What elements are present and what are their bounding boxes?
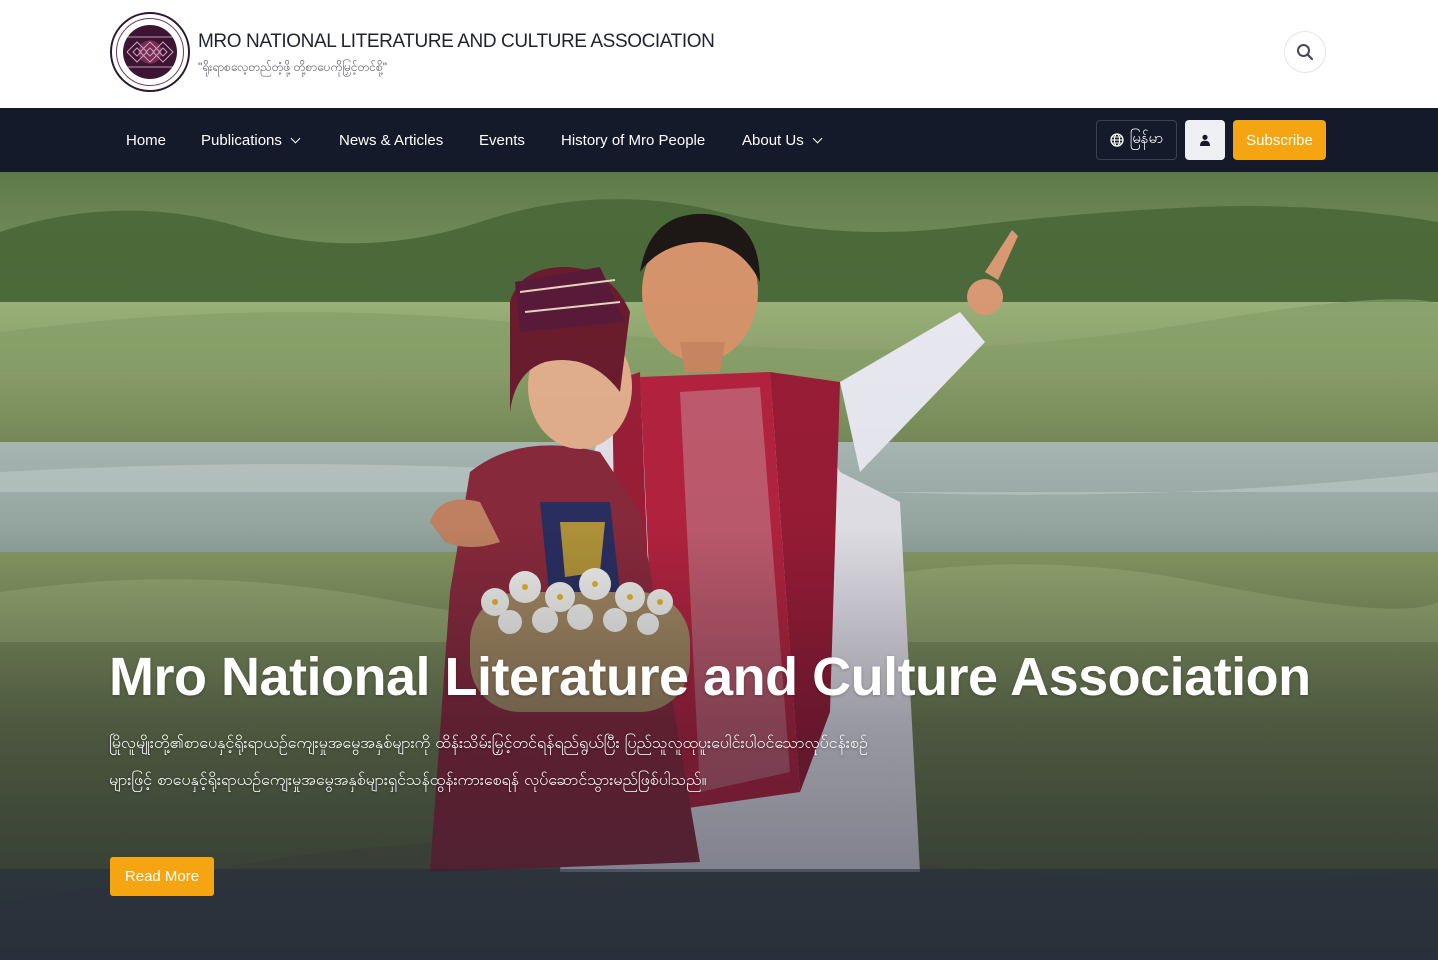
association-logo[interactable] [110, 12, 190, 92]
site-tagline: "ရိုးရာစလေ့တည်တံ့ဖို့ တို့စာပေကိုမြှင့်တ… [198, 60, 388, 74]
language-label: မြန်မာ [1129, 129, 1164, 147]
nav-item-about-us[interactable]: About Us [742, 108, 823, 172]
language-switcher[interactable]: မြန်မာ [1096, 120, 1177, 160]
nav-item-publications[interactable]: Publications [201, 108, 301, 172]
nav-item-label: History of Mro People [561, 131, 706, 149]
nav-item-label: News & Articles [339, 131, 444, 149]
nav-item-news-articles[interactable]: News & Articles [339, 108, 443, 172]
user-account-button[interactable] [1185, 120, 1225, 160]
hero-title: Mro National Literature and Culture Asso… [109, 647, 1311, 707]
hero-bottom-band [0, 869, 1438, 960]
search-button[interactable] [1284, 31, 1326, 73]
nav-item-events[interactable]: Events [479, 108, 525, 172]
site-header: MRO NATIONAL LITERATURE AND CULTURE ASSO… [0, 0, 1438, 108]
logo-emblem [123, 25, 177, 79]
site-title[interactable]: MRO NATIONAL LITERATURE AND CULTURE ASSO… [198, 31, 715, 53]
nav-item-home[interactable]: Home [126, 108, 166, 172]
globe-icon [1110, 133, 1124, 147]
nav-item-label: Publications [201, 131, 282, 149]
nav-item-label: Events [479, 131, 525, 149]
chevron-down-icon [290, 133, 301, 143]
logo-ring [116, 18, 184, 86]
subscribe-button[interactable]: Subscribe [1233, 120, 1326, 160]
user-icon [1200, 134, 1210, 146]
nav-item-label: Home [126, 131, 167, 149]
read-more-button[interactable]: Read More [110, 857, 214, 896]
search-icon [1297, 44, 1314, 61]
chevron-down-icon [812, 133, 823, 143]
hero-description: မြိုလူမျိုးတို့၏စာပေနှင့်ရိုးရာယဉ်ကျေးမှ… [109, 733, 868, 789]
hero-overlay [0, 172, 1438, 960]
nav-item-label: About Us [742, 131, 804, 149]
nav-item-history[interactable]: History of Mro People [561, 108, 705, 172]
hero-banner: Mro National Literature and Culture Asso… [0, 172, 1438, 960]
